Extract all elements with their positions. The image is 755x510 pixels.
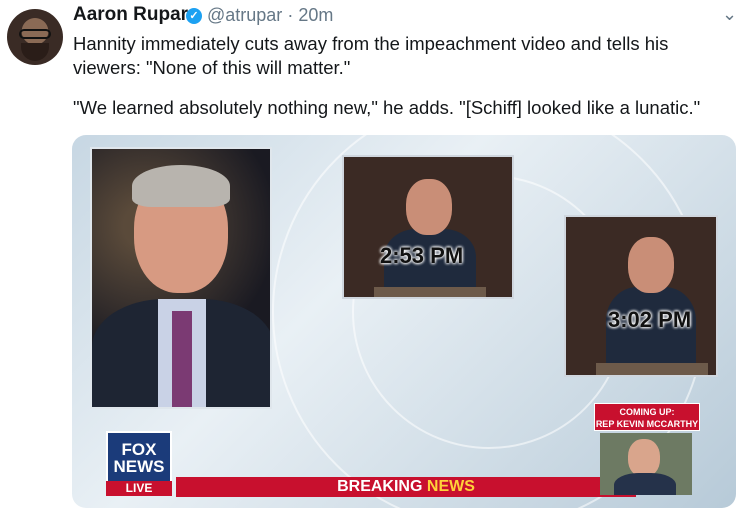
avatar[interactable] xyxy=(7,9,63,65)
news-text: NEWS xyxy=(426,478,475,495)
chevron-down-icon[interactable]: ⌄ xyxy=(722,4,737,25)
separator: · xyxy=(287,5,294,25)
verified-badge-icon: ✓ xyxy=(186,8,202,24)
breaking-text: BREAKING xyxy=(337,478,423,495)
handle-text: @atrupar xyxy=(207,5,283,25)
coming-up-title: COMING UP: xyxy=(619,407,675,417)
tweet-text-line2: "We learned absolutely nothing new," he … xyxy=(73,97,701,118)
live-label: LIVE xyxy=(106,481,172,496)
logo-fox: FOX xyxy=(121,440,157,459)
timestamp-2: 3:02 PM xyxy=(608,307,692,332)
author-handle[interactable]: @atrupar · 20m xyxy=(207,5,333,26)
tweet-text-spacer xyxy=(73,80,738,96)
breaking-news-banner: BREAKING NEWS xyxy=(176,477,636,497)
tweet-text-line1: Hannity immediately cuts away from the i… xyxy=(73,33,669,78)
senate-clip-1: 2:53 PM xyxy=(342,155,514,299)
senate-clip-2: 3:02 PM xyxy=(564,215,718,377)
avatar-glasses xyxy=(19,29,51,39)
coming-up-box: COMING UP: REP KEVIN MCCARTHY xyxy=(594,403,700,431)
host-video-panel xyxy=(90,147,272,409)
guest-preview xyxy=(600,433,692,495)
tweet-video[interactable]: 2:53 PM 3:02 PM FOX NEWS LIVE BREAKING N… xyxy=(72,135,736,508)
logo-news: NEWS xyxy=(113,457,165,476)
avatar-beard xyxy=(21,43,49,61)
tweet-time[interactable]: 20m xyxy=(298,5,333,25)
author-name[interactable]: Aaron Rupar xyxy=(73,4,188,26)
tweet-text: Hannity immediately cuts away from the i… xyxy=(73,32,738,120)
coming-up-guest: REP KEVIN MCCARTHY xyxy=(595,419,699,429)
timestamp-1: 2:53 PM xyxy=(380,243,464,268)
